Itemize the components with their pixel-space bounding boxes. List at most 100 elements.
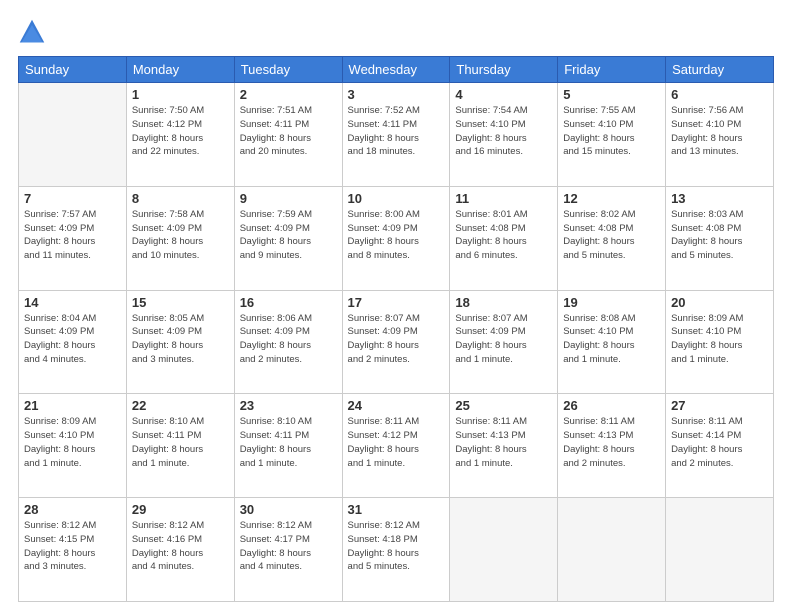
calendar-day-cell: 12 Sunrise: 8:02 AM Sunset: 4:08 PM Dayli… (558, 186, 666, 290)
day-number: 11 (455, 191, 552, 206)
day-info: Sunrise: 8:11 AM Sunset: 4:12 PM Dayligh… (348, 415, 445, 470)
day-number: 9 (240, 191, 337, 206)
calendar-week-row: 1 Sunrise: 7:50 AM Sunset: 4:12 PM Daylig… (19, 83, 774, 187)
calendar-day-cell: 1 Sunrise: 7:50 AM Sunset: 4:12 PM Daylig… (126, 83, 234, 187)
calendar-day-cell: 8 Sunrise: 7:58 AM Sunset: 4:09 PM Daylig… (126, 186, 234, 290)
day-info: Sunrise: 8:09 AM Sunset: 4:10 PM Dayligh… (24, 415, 121, 470)
calendar-day-cell: 23 Sunrise: 8:10 AM Sunset: 4:11 PM Dayli… (234, 394, 342, 498)
calendar-day-cell: 18 Sunrise: 8:07 AM Sunset: 4:09 PM Dayli… (450, 290, 558, 394)
calendar-day-cell: 7 Sunrise: 7:57 AM Sunset: 4:09 PM Daylig… (19, 186, 127, 290)
calendar-day-cell: 2Sunrise: 7:51 AM Sunset: 4:11 PM Daylig… (234, 83, 342, 187)
calendar-day-header: Tuesday (234, 57, 342, 83)
calendar-day-cell (558, 498, 666, 602)
day-number: 22 (132, 398, 229, 413)
day-info: Sunrise: 8:12 AM Sunset: 4:15 PM Dayligh… (24, 519, 121, 574)
day-number: 2 (240, 87, 337, 102)
day-info: Sunrise: 8:07 AM Sunset: 4:09 PM Dayligh… (455, 312, 552, 367)
calendar-day-cell: 5 Sunrise: 7:55 AM Sunset: 4:10 PM Daylig… (558, 83, 666, 187)
day-info: Sunrise: 8:00 AM Sunset: 4:09 PM Dayligh… (348, 208, 445, 263)
day-number: 17 (348, 295, 445, 310)
calendar-day-cell: 21 Sunrise: 8:09 AM Sunset: 4:10 PM Dayli… (19, 394, 127, 498)
day-number: 6 (671, 87, 768, 102)
day-number: 23 (240, 398, 337, 413)
day-number: 13 (671, 191, 768, 206)
logo-icon (18, 18, 46, 46)
day-number: 16 (240, 295, 337, 310)
calendar-week-row: 14Sunrise: 8:04 AM Sunset: 4:09 PM Dayli… (19, 290, 774, 394)
calendar-day-cell: 20 Sunrise: 8:09 AM Sunset: 4:10 PM Dayli… (666, 290, 774, 394)
calendar-week-row: 28 Sunrise: 8:12 AM Sunset: 4:15 PM Dayli… (19, 498, 774, 602)
day-number: 12 (563, 191, 660, 206)
calendar-day-cell: 17 Sunrise: 8:07 AM Sunset: 4:09 PM Dayli… (342, 290, 450, 394)
calendar-day-cell: 6 Sunrise: 7:56 AM Sunset: 4:10 PM Daylig… (666, 83, 774, 187)
calendar-day-cell: 27Sunrise: 8:11 AM Sunset: 4:14 PM Dayli… (666, 394, 774, 498)
day-number: 8 (132, 191, 229, 206)
day-info: Sunrise: 8:11 AM Sunset: 4:13 PM Dayligh… (563, 415, 660, 470)
calendar-day-cell: 30 Sunrise: 8:12 AM Sunset: 4:17 PM Dayli… (234, 498, 342, 602)
day-info: Sunrise: 8:12 AM Sunset: 4:18 PM Dayligh… (348, 519, 445, 574)
calendar-day-header: Saturday (666, 57, 774, 83)
day-number: 10 (348, 191, 445, 206)
calendar-day-cell: 26 Sunrise: 8:11 AM Sunset: 4:13 PM Dayli… (558, 394, 666, 498)
calendar-day-cell: 31 Sunrise: 8:12 AM Sunset: 4:18 PM Dayli… (342, 498, 450, 602)
day-info: Sunrise: 8:07 AM Sunset: 4:09 PM Dayligh… (348, 312, 445, 367)
day-info: Sunrise: 7:56 AM Sunset: 4:10 PM Dayligh… (671, 104, 768, 159)
day-info: Sunrise: 8:11 AM Sunset: 4:13 PM Dayligh… (455, 415, 552, 470)
day-number: 4 (455, 87, 552, 102)
calendar-day-cell: 14Sunrise: 8:04 AM Sunset: 4:09 PM Dayli… (19, 290, 127, 394)
day-info: Sunrise: 7:59 AM Sunset: 4:09 PM Dayligh… (240, 208, 337, 263)
day-number: 26 (563, 398, 660, 413)
day-number: 18 (455, 295, 552, 310)
day-number: 1 (132, 87, 229, 102)
calendar-day-cell: 10 Sunrise: 8:00 AM Sunset: 4:09 PM Dayli… (342, 186, 450, 290)
day-number: 19 (563, 295, 660, 310)
day-number: 29 (132, 502, 229, 517)
day-number: 25 (455, 398, 552, 413)
day-info: Sunrise: 7:57 AM Sunset: 4:09 PM Dayligh… (24, 208, 121, 263)
day-info: Sunrise: 8:06 AM Sunset: 4:09 PM Dayligh… (240, 312, 337, 367)
day-info: Sunrise: 8:01 AM Sunset: 4:08 PM Dayligh… (455, 208, 552, 263)
day-number: 24 (348, 398, 445, 413)
calendar-day-cell: 22Sunrise: 8:10 AM Sunset: 4:11 PM Dayli… (126, 394, 234, 498)
day-info: Sunrise: 7:55 AM Sunset: 4:10 PM Dayligh… (563, 104, 660, 159)
calendar-day-header: Wednesday (342, 57, 450, 83)
day-info: Sunrise: 7:54 AM Sunset: 4:10 PM Dayligh… (455, 104, 552, 159)
calendar-day-header: Sunday (19, 57, 127, 83)
day-number: 14 (24, 295, 121, 310)
calendar-week-row: 7 Sunrise: 7:57 AM Sunset: 4:09 PM Daylig… (19, 186, 774, 290)
day-number: 30 (240, 502, 337, 517)
calendar-day-cell (19, 83, 127, 187)
day-number: 3 (348, 87, 445, 102)
day-number: 20 (671, 295, 768, 310)
day-info: Sunrise: 7:52 AM Sunset: 4:11 PM Dayligh… (348, 104, 445, 159)
day-info: Sunrise: 8:12 AM Sunset: 4:17 PM Dayligh… (240, 519, 337, 574)
day-info: Sunrise: 8:08 AM Sunset: 4:10 PM Dayligh… (563, 312, 660, 367)
day-number: 28 (24, 502, 121, 517)
calendar-header-row: SundayMondayTuesdayWednesdayThursdayFrid… (19, 57, 774, 83)
day-info: Sunrise: 8:11 AM Sunset: 4:14 PM Dayligh… (671, 415, 768, 470)
day-number: 21 (24, 398, 121, 413)
calendar-day-header: Thursday (450, 57, 558, 83)
day-info: Sunrise: 7:58 AM Sunset: 4:09 PM Dayligh… (132, 208, 229, 263)
calendar-day-cell: 15 Sunrise: 8:05 AM Sunset: 4:09 PM Dayli… (126, 290, 234, 394)
day-info: Sunrise: 8:12 AM Sunset: 4:16 PM Dayligh… (132, 519, 229, 574)
calendar-day-header: Friday (558, 57, 666, 83)
day-info: Sunrise: 8:09 AM Sunset: 4:10 PM Dayligh… (671, 312, 768, 367)
page: SundayMondayTuesdayWednesdayThursdayFrid… (0, 0, 792, 612)
calendar-day-cell: 9 Sunrise: 7:59 AM Sunset: 4:09 PM Daylig… (234, 186, 342, 290)
day-info: Sunrise: 7:50 AM Sunset: 4:12 PM Dayligh… (132, 104, 229, 159)
day-info: Sunrise: 8:03 AM Sunset: 4:08 PM Dayligh… (671, 208, 768, 263)
day-info: Sunrise: 8:10 AM Sunset: 4:11 PM Dayligh… (240, 415, 337, 470)
calendar-day-header: Monday (126, 57, 234, 83)
day-info: Sunrise: 8:02 AM Sunset: 4:08 PM Dayligh… (563, 208, 660, 263)
day-info: Sunrise: 8:05 AM Sunset: 4:09 PM Dayligh… (132, 312, 229, 367)
day-number: 5 (563, 87, 660, 102)
calendar-day-cell: 29 Sunrise: 8:12 AM Sunset: 4:16 PM Dayli… (126, 498, 234, 602)
calendar-day-cell: 3 Sunrise: 7:52 AM Sunset: 4:11 PM Daylig… (342, 83, 450, 187)
day-number: 31 (348, 502, 445, 517)
day-number: 15 (132, 295, 229, 310)
calendar-day-cell: 24 Sunrise: 8:11 AM Sunset: 4:12 PM Dayli… (342, 394, 450, 498)
logo (18, 18, 50, 46)
day-number: 7 (24, 191, 121, 206)
calendar-day-cell: 11 Sunrise: 8:01 AM Sunset: 4:08 PM Dayli… (450, 186, 558, 290)
